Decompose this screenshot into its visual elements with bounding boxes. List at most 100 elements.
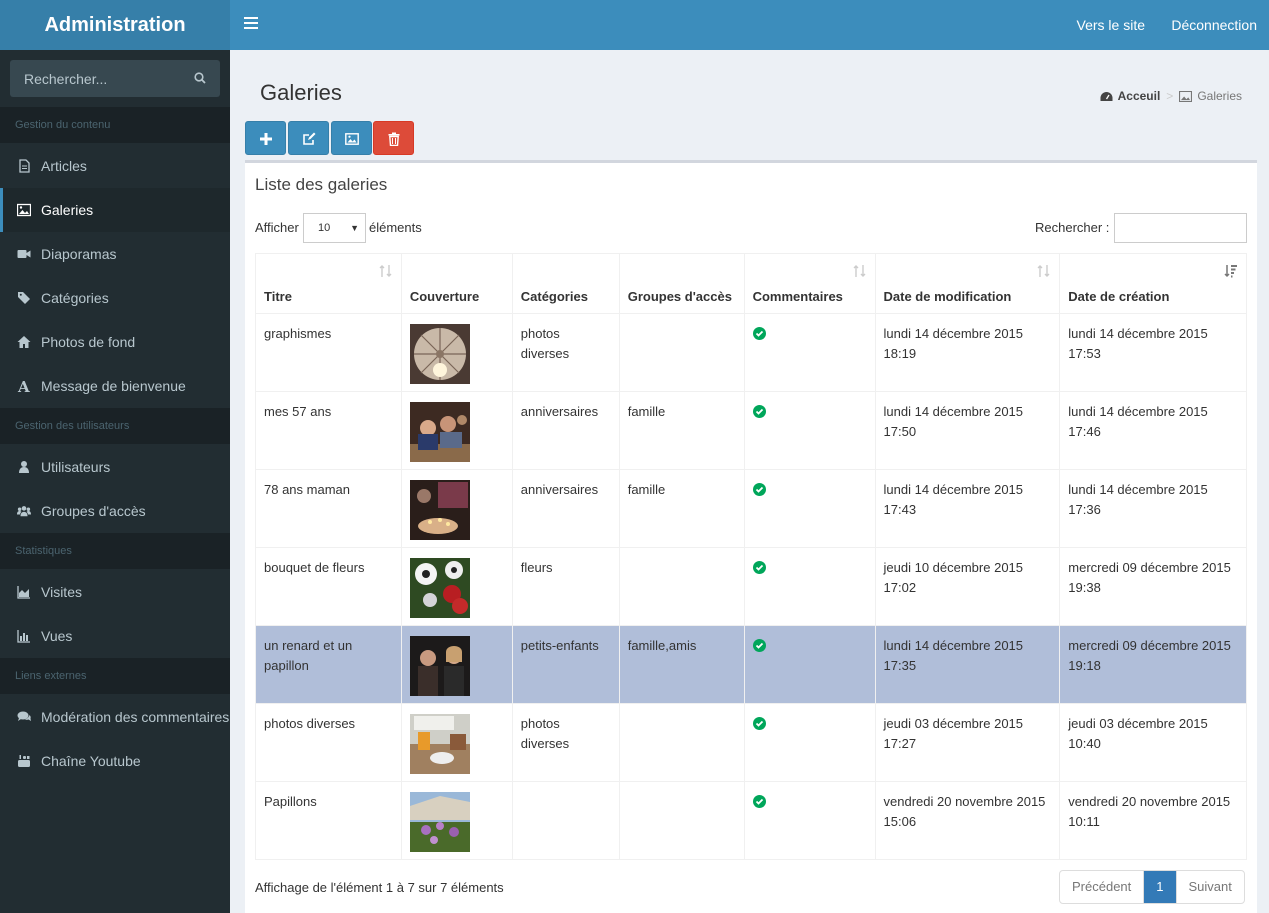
cover-thumbnail[interactable] — [409, 324, 470, 384]
next-page-button[interactable]: Suivant — [1177, 871, 1244, 903]
logout-link[interactable]: Déconnection — [1171, 0, 1257, 50]
sort-icon — [379, 265, 392, 277]
app-logo[interactable]: Administration — [0, 0, 230, 50]
search-icon[interactable] — [194, 72, 206, 84]
cell-groups — [618, 703, 745, 782]
cell-cover — [400, 781, 513, 860]
table-search-input[interactable] — [1114, 213, 1247, 243]
cell-categories: anniversaires — [511, 469, 620, 548]
cell-groups — [618, 781, 745, 860]
edit-gallery-button[interactable] — [288, 121, 329, 155]
column-label: Commentaires — [752, 289, 843, 304]
sidebar-item-label: Message de bienvenue — [41, 378, 186, 394]
sidebar-item-vues[interactable]: Vues — [0, 614, 230, 658]
box-title: Liste des galeries — [255, 175, 388, 194]
cover-thumbnail[interactable] — [409, 558, 470, 618]
page-title: Galeries — [260, 80, 342, 105]
column-header-titre[interactable]: Titre — [255, 253, 402, 314]
delete-gallery-button[interactable] — [373, 121, 414, 155]
cell-comments — [743, 625, 876, 704]
sidebar-item-photos-de-fond[interactable]: Photos de fond — [0, 320, 230, 364]
cell-groups: famille — [618, 469, 745, 548]
breadcrumb-separator: > — [1166, 89, 1174, 103]
sidebar-item-groupes[interactable]: Groupes d'accès — [0, 489, 230, 533]
site-link[interactable]: Vers le site — [1077, 0, 1145, 50]
column-header-groupes: Groupes d'accès — [618, 253, 745, 314]
gallery-photos-button[interactable] — [331, 121, 372, 155]
sidebar-search — [10, 60, 220, 97]
galleries-box: Liste des galeries Afficher 10 ▼ élément… — [245, 160, 1257, 913]
sidebar-item-label: Diaporamas — [41, 246, 117, 262]
cover-thumbnail[interactable] — [409, 636, 470, 696]
cover-thumbnail[interactable] — [409, 792, 470, 852]
cell-title: 78 ans maman — [255, 469, 402, 548]
table-row[interactable]: graphismes photos diverses lundi 14 déce… — [255, 313, 1247, 392]
sidebar-item-articles[interactable]: Articles — [0, 144, 230, 188]
user-icon — [19, 461, 29, 473]
pagination: Précédent 1 Suivant — [1059, 870, 1245, 904]
table-row[interactable]: photos diverses photos diverses jeudi 03… — [255, 703, 1247, 782]
picture-icon — [345, 133, 359, 145]
check-circle-icon — [752, 639, 766, 652]
page-length-value: 10 — [318, 222, 331, 234]
svg-text:A: A — [17, 379, 30, 393]
sidebar-item-visites[interactable]: Visites — [0, 570, 230, 614]
column-header-commentaires[interactable]: Commentaires — [743, 253, 876, 314]
sidebar-item-label: Galeries — [41, 202, 94, 218]
cell-groups: famille — [618, 391, 745, 470]
length-suffix: éléments — [369, 220, 422, 235]
sidebar-header-content: Gestion du contenu — [0, 107, 230, 143]
cell-modified: lundi 14 décembre 2015 17:35 — [874, 625, 1061, 704]
length-label: Afficher — [255, 220, 299, 235]
trash-icon — [388, 132, 400, 146]
cell-title: bouquet de fleurs — [255, 547, 402, 626]
sidebar-item-categories[interactable]: Catégories — [0, 276, 230, 320]
add-gallery-button[interactable] — [245, 121, 286, 155]
cell-groups: famille,amis — [618, 625, 745, 704]
column-header-date-creation[interactable]: Date de création — [1059, 253, 1247, 314]
sidebar-item-galeries[interactable]: Galeries — [0, 188, 230, 232]
cell-groups — [618, 313, 745, 392]
column-label: Catégories — [520, 289, 588, 304]
cover-thumbnail[interactable] — [409, 480, 470, 540]
image-icon — [1179, 91, 1193, 102]
cover-thumbnail[interactable] — [409, 402, 470, 462]
sidebar-header-links: Liens externes — [0, 658, 230, 694]
cell-categories — [511, 781, 620, 860]
table-row-selected[interactable]: un renard et un papillon petits-enfants … — [255, 625, 1247, 704]
check-circle-icon — [752, 795, 766, 808]
cell-modified: vendredi 20 novembre 2015 15:06 — [874, 781, 1061, 860]
cell-comments — [743, 703, 876, 782]
sort-icon — [1037, 265, 1050, 277]
sidebar-item-youtube[interactable]: Chaîne Youtube — [0, 739, 230, 783]
cell-created: mercredi 09 décembre 2015 19:18 — [1059, 625, 1247, 704]
plus-icon — [260, 133, 272, 145]
table-row[interactable]: mes 57 ans anniversaires famille lundi 1… — [255, 391, 1247, 470]
sidebar-item-label: Visites — [41, 584, 82, 600]
table-row[interactable]: 78 ans maman anniversaires famille lundi… — [255, 469, 1247, 548]
sidebar-item-utilisateurs[interactable]: Utilisateurs — [0, 445, 230, 489]
sidebar-item-diaporamas[interactable]: Diaporamas — [0, 232, 230, 276]
breadcrumb-home[interactable]: Acceuil — [1118, 89, 1161, 103]
sidebar-search-input[interactable] — [10, 60, 185, 97]
menu-toggle-icon[interactable] — [244, 17, 258, 33]
cell-created: vendredi 20 novembre 2015 10:11 — [1059, 781, 1247, 860]
sidebar-item-moderation[interactable]: Modération des commentaires — [0, 695, 230, 739]
page-1-button[interactable]: 1 — [1144, 871, 1177, 903]
cell-created: jeudi 03 décembre 2015 10:40 — [1059, 703, 1247, 782]
table-row[interactable]: bouquet de fleurs fleurs jeudi 10 décemb… — [255, 547, 1247, 626]
column-header-date-modification[interactable]: Date de modification — [874, 253, 1061, 314]
sidebar-item-label: Photos de fond — [41, 334, 136, 350]
galleries-table: Titre Couverture Catégories Groupes d'ac… — [255, 253, 1247, 860]
cell-comments — [743, 469, 876, 548]
cover-thumbnail[interactable] — [409, 714, 470, 774]
cell-categories: photos diverses — [511, 703, 620, 782]
image-icon — [17, 203, 31, 217]
cell-categories: fleurs — [511, 547, 620, 626]
sidebar-item-message[interactable]: A Message de bienvenue — [0, 364, 230, 408]
page-length-select[interactable]: 10 ▼ — [303, 213, 366, 243]
previous-page-button[interactable]: Précédent — [1060, 871, 1145, 903]
sidebar-item-label: Articles — [41, 158, 87, 174]
table-row[interactable]: Papillons vendredi 20 novembre 2015 15:0… — [255, 781, 1247, 860]
check-circle-icon — [752, 327, 766, 340]
